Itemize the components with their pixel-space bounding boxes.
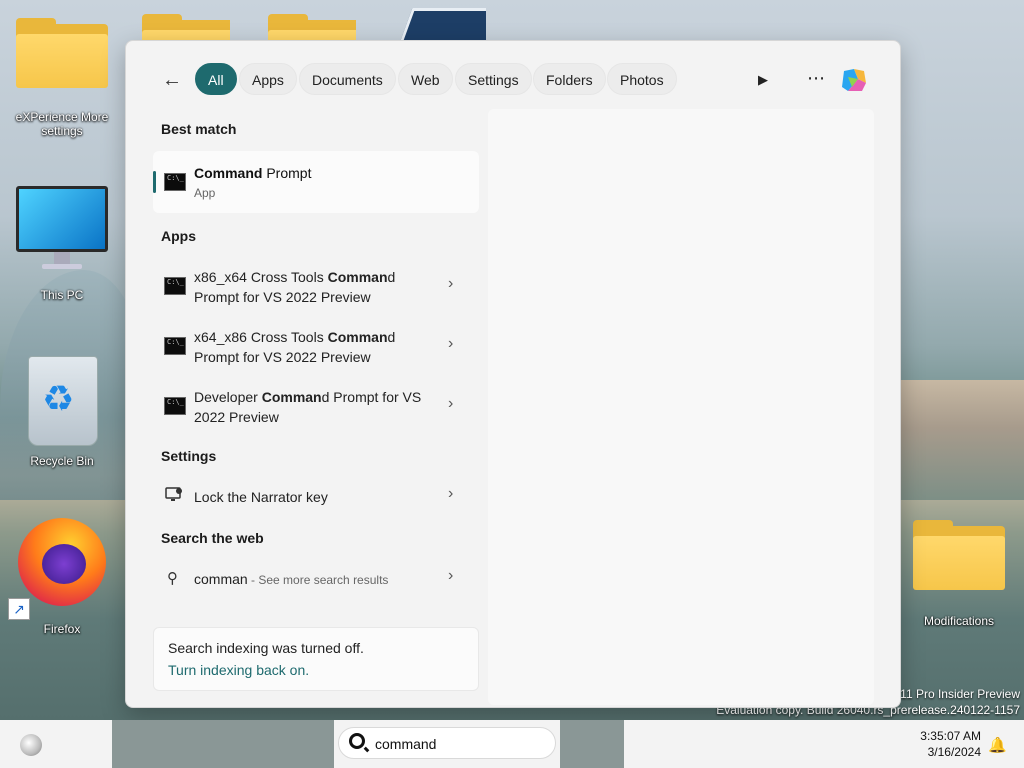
clock-date: 3/16/2024 (927, 745, 981, 759)
tab-documents[interactable]: Documents (299, 63, 396, 95)
search-web-heading: Search the web (161, 530, 264, 546)
turn-indexing-on-link[interactable]: Turn indexing back on. (168, 662, 309, 678)
taskbar-widgets-area (0, 720, 112, 768)
command-prompt-icon: C:\_ (164, 277, 186, 295)
taskbar-search-input[interactable] (373, 732, 547, 756)
search-icon: ⚲ (167, 570, 178, 587)
start-search-panel: ← All Apps Documents Web Settings Folder… (125, 40, 901, 708)
play-icon[interactable]: ▶ (752, 69, 774, 91)
command-prompt-icon: C:\_ (164, 337, 186, 355)
best-match-type: App (194, 186, 216, 200)
chevron-right-icon[interactable]: › (448, 567, 453, 585)
wallpaper-sea (880, 380, 1024, 500)
more-icon[interactable]: ⋯ (804, 67, 828, 91)
chevron-right-icon[interactable]: › (448, 395, 453, 413)
command-prompt-icon: C:\_ (164, 173, 186, 191)
search-icon (349, 733, 365, 749)
chevron-right-icon[interactable]: › (448, 485, 453, 503)
tab-settings[interactable]: Settings (455, 63, 532, 95)
desktop-icon-label: Recycle Bin (30, 454, 94, 468)
folder-icon (140, 14, 230, 40)
desktop-icon-label: Firefox (43, 622, 81, 636)
widgets-icon[interactable] (20, 734, 42, 756)
tab-apps[interactable]: Apps (239, 63, 297, 95)
taskbar-search-box[interactable] (338, 727, 556, 759)
command-prompt-icon: C:\_ (164, 397, 186, 415)
desktop-icon-this-pc[interactable]: This PC (14, 186, 110, 302)
desktop-icon-modifications[interactable]: Modifications (911, 520, 1007, 628)
clock-time: 3:35:07 AM (920, 729, 981, 743)
selection-accent (153, 171, 156, 193)
system-clock[interactable]: 3:35:07 AM 3/16/2024 (920, 728, 981, 760)
preview-pane (488, 109, 874, 705)
tab-photos[interactable]: Photos (607, 63, 677, 95)
desktop-icon-app-partial[interactable] (396, 8, 486, 40)
app-result-label: x86_x64 Cross Tools Command Prompt for V… (194, 269, 396, 305)
desktop-icon-folder-partial-2[interactable] (266, 14, 356, 40)
settings-result-item[interactable]: Lock the Narrator key › (153, 481, 479, 513)
desktop-icon-recycle-bin[interactable]: ♻ Recycle Bin (14, 348, 110, 468)
chevron-right-icon[interactable]: › (448, 335, 453, 353)
web-search-label: comman - See more search results (194, 571, 389, 587)
folder-icon (911, 520, 1007, 590)
monitor-icon (14, 186, 110, 272)
folder-icon (266, 14, 356, 40)
folder-icon (14, 18, 110, 88)
desktop-icon-folder-partial[interactable] (140, 14, 230, 40)
app-result-item[interactable]: C:\_ x64_x86 Cross Tools Command Prompt … (153, 325, 479, 369)
settings-heading: Settings (161, 448, 217, 464)
chevron-right-icon[interactable]: › (448, 275, 453, 293)
narrator-icon (165, 487, 183, 503)
desktop-icon-label: Modifications (923, 614, 995, 628)
desktop-icon-experience-settings[interactable]: eXPerience More settings (14, 18, 110, 138)
best-match-name-rest: Prompt (262, 165, 312, 181)
bell-icon[interactable]: 🔔 (988, 736, 1007, 754)
desktop-icon-label: eXPerience More settings (15, 110, 109, 138)
apps-heading: Apps (161, 228, 196, 244)
best-match-name: Command Prompt (194, 165, 311, 181)
firefox-icon (14, 514, 110, 610)
app-result-item[interactable]: C:\_ x86_x64 Cross Tools Command Prompt … (153, 265, 479, 309)
shortcut-arrow-icon: ↗ (8, 598, 30, 620)
app-icon (396, 8, 486, 40)
best-match-name-bold: Command (194, 165, 263, 181)
indexing-message: Search indexing was turned off. (168, 640, 364, 656)
best-match-heading: Best match (161, 121, 237, 137)
tab-web[interactable]: Web (398, 63, 453, 95)
search-filter-tabs: ← All Apps Documents Web Settings Folder… (126, 63, 900, 97)
app-result-label: x64_x86 Cross Tools Command Prompt for V… (194, 329, 396, 365)
recycle-bin-icon: ♻ (22, 348, 102, 446)
desktop-icon-label: This PC (40, 288, 84, 302)
web-search-result[interactable]: ⚲ comman - See more search results › (153, 563, 479, 595)
app-result-item[interactable]: C:\_ Developer Command Prompt for VS 202… (153, 385, 479, 429)
app-result-label: Developer Command Prompt for VS 2022 Pre… (194, 389, 422, 425)
back-arrow-icon[interactable]: ← (160, 69, 184, 93)
best-match-command-prompt[interactable]: C:\_ Command Prompt App (153, 151, 479, 213)
tab-all[interactable]: All (195, 63, 237, 95)
settings-result-label: Lock the Narrator key (194, 489, 328, 505)
search-indexing-notice: Search indexing was turned off. Turn ind… (153, 627, 479, 691)
tab-folders[interactable]: Folders (533, 63, 606, 95)
copilot-icon[interactable] (838, 65, 870, 95)
